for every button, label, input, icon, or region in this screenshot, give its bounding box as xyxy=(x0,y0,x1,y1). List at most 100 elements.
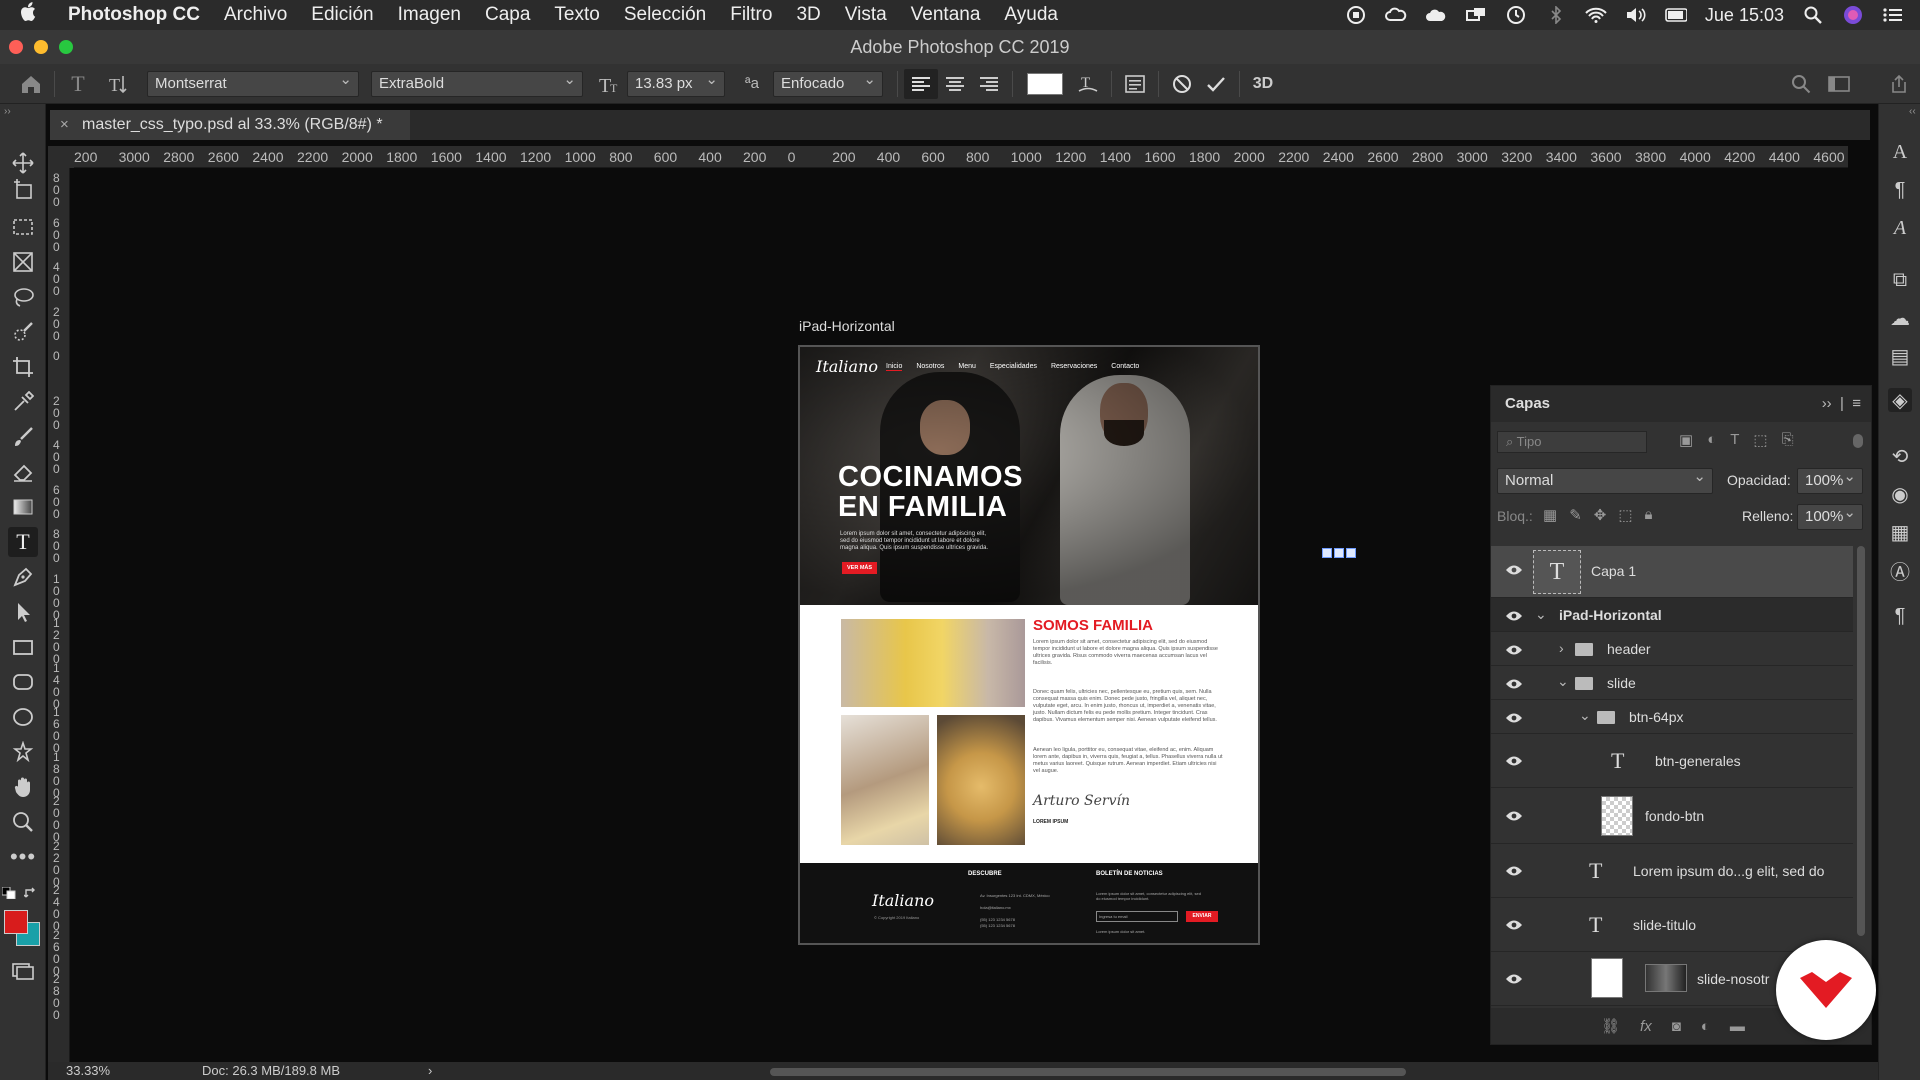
character-panel-icon[interactable] xyxy=(1118,69,1152,99)
add-mask-icon[interactable]: ◙ xyxy=(1672,1018,1681,1035)
text-orientation-icon[interactable]: T xyxy=(101,69,135,99)
menu-seleccion[interactable]: Selección xyxy=(624,4,706,26)
align-right-icon[interactable] xyxy=(972,69,1006,99)
bluetooth-icon[interactable] xyxy=(1545,6,1567,24)
swatches-panel-icon[interactable]: ▦ xyxy=(1888,520,1912,544)
creative-cloud-icon[interactable] xyxy=(1384,6,1407,24)
text-color-swatch[interactable] xyxy=(1027,72,1063,95)
eraser-tool-icon[interactable] xyxy=(8,457,38,487)
layers-panel-title[interactable]: Capas xyxy=(1505,395,1550,412)
filter-toggle[interactable] xyxy=(1853,434,1863,448)
antialias-select[interactable]: Enfocado xyxy=(773,68,883,97)
visibility-eye-icon[interactable] xyxy=(1505,754,1523,770)
chevron-down-icon[interactable]: ⌄ xyxy=(1579,707,1591,724)
chevron-down-icon[interactable]: ⌄ xyxy=(1535,606,1547,623)
time-machine-icon[interactable] xyxy=(1505,6,1527,24)
workspace-icon[interactable] xyxy=(1822,69,1856,99)
brush-tool-icon[interactable] xyxy=(8,422,38,452)
layers-scrollbar[interactable] xyxy=(1857,546,1865,936)
panel-menu-icon[interactable]: ›› | ≡ xyxy=(1822,386,1861,422)
visibility-eye-icon[interactable] xyxy=(1505,864,1523,880)
menu-imagen[interactable]: Imagen xyxy=(398,4,461,26)
menu-3d[interactable]: 3D xyxy=(796,4,820,26)
type-tool-icon[interactable]: T xyxy=(8,527,38,557)
shape-filter-icon[interactable]: ⬚ xyxy=(1753,431,1767,449)
paragraph-panel-icon[interactable]: ¶ xyxy=(1888,178,1912,202)
visibility-eye-icon[interactable] xyxy=(1505,563,1523,579)
zoom-level[interactable]: 33.33% xyxy=(66,1062,110,1080)
lock-artboard-icon[interactable]: ⬚ xyxy=(1618,506,1632,524)
cancel-edit-icon[interactable] xyxy=(1165,69,1199,99)
align-left-icon[interactable] xyxy=(904,68,938,99)
layer-row[interactable]: ⌄ iPad-Horizontal xyxy=(1491,598,1853,632)
link-layers-icon[interactable]: ⛓︎ xyxy=(1601,1017,1620,1035)
type-filter-icon[interactable]: T xyxy=(1730,431,1739,449)
smart-object-filter-icon[interactable]: ⎘ xyxy=(1782,431,1794,449)
3d-text-icon[interactable]: 3D xyxy=(1246,69,1280,99)
layer-row[interactable]: ⌄ btn-64px xyxy=(1491,700,1853,734)
glyphs-panel-icon[interactable]: A xyxy=(1888,216,1912,240)
layer-row[interactable]: T btn-generales xyxy=(1491,734,1853,788)
fill-input[interactable]: 100% xyxy=(1797,501,1863,530)
hand-tool-icon[interactable] xyxy=(8,772,38,802)
artboard-label[interactable]: iPad-Horizontal xyxy=(799,318,895,334)
collapse-panels-icon[interactable]: ‹‹ xyxy=(1909,106,1916,117)
custom-shape-tool-icon[interactable] xyxy=(8,737,38,767)
adjustment-layer-icon[interactable]: ◐ xyxy=(1701,1018,1710,1035)
gradient-tool-icon[interactable] xyxy=(8,492,38,522)
menu-ventana[interactable]: Ventana xyxy=(911,4,981,26)
horizontal-scrollbar[interactable] xyxy=(770,1068,1406,1076)
align-center-icon[interactable] xyxy=(938,69,972,99)
siri-icon[interactable] xyxy=(1842,6,1864,24)
lasso-tool-icon[interactable] xyxy=(8,282,38,312)
zoom-tool-icon[interactable] xyxy=(8,807,38,837)
menu-vista[interactable]: Vista xyxy=(845,4,887,26)
opacity-input[interactable]: 100% xyxy=(1797,465,1863,494)
apple-icon[interactable] xyxy=(20,2,54,28)
text-insertion-marker[interactable] xyxy=(1322,548,1356,558)
layer-filter-select[interactable]: ⌕ Tipo xyxy=(1497,431,1647,453)
vertical-ruler[interactable]: 800 600 400 200 0 200 400 600 800 1000 1200 1400 160… xyxy=(48,168,70,1068)
history-panel-icon[interactable]: ⟲ xyxy=(1888,444,1912,468)
chevron-right-icon[interactable]: › xyxy=(1559,640,1564,656)
visibility-eye-icon[interactable] xyxy=(1505,918,1523,934)
ruler-origin[interactable] xyxy=(48,146,74,168)
layer-row[interactable]: T Lorem ipsum do...g elit, sed do xyxy=(1491,844,1853,898)
screen-mode-icon[interactable] xyxy=(8,956,38,986)
quick-selection-tool-icon[interactable] xyxy=(8,317,38,347)
libraries-panel-icon[interactable]: ⧉ xyxy=(1888,268,1912,292)
foreground-color-swatch[interactable] xyxy=(4,910,28,934)
paragraph-styles-icon[interactable]: ¶ xyxy=(1888,604,1912,628)
adjustment-filter-icon[interactable]: ◐ xyxy=(1707,431,1716,449)
properties-panel-icon[interactable]: ▤ xyxy=(1888,344,1912,368)
character-styles-icon[interactable]: Ⓐ xyxy=(1888,558,1912,584)
sync-icon[interactable] xyxy=(1465,6,1487,24)
window-zoom-button[interactable] xyxy=(59,40,73,54)
visibility-eye-icon[interactable] xyxy=(1505,609,1523,625)
lock-all-icon[interactable]: 🔒︎ xyxy=(1645,506,1653,524)
more-tools-icon[interactable]: ••• xyxy=(8,842,38,872)
layer-row[interactable]: ⌄ slide xyxy=(1491,666,1853,700)
record-icon[interactable] xyxy=(1345,6,1367,24)
font-style-select[interactable]: ExtraBold xyxy=(371,68,583,97)
window-close-button[interactable] xyxy=(9,40,23,54)
chevron-down-icon[interactable]: ⌄ xyxy=(1557,673,1569,690)
artboard-tool-icon[interactable] xyxy=(8,174,38,204)
cc-libraries-icon[interactable]: ☁ xyxy=(1888,306,1912,330)
visibility-eye-icon[interactable] xyxy=(1505,643,1523,659)
menu-archivo[interactable]: Archivo xyxy=(224,4,287,26)
share-icon[interactable] xyxy=(1882,69,1916,99)
window-minimize-button[interactable] xyxy=(34,40,48,54)
text-tool-preset-icon[interactable]: T xyxy=(61,69,95,99)
visibility-eye-icon[interactable] xyxy=(1505,972,1523,988)
layer-style-icon[interactable]: fx xyxy=(1640,1018,1652,1035)
blend-mode-select[interactable]: Normal xyxy=(1497,465,1713,494)
layer-row[interactable]: T slide-titulo xyxy=(1491,898,1853,952)
clock[interactable]: Jue 15:03 xyxy=(1705,5,1784,26)
volume-icon[interactable] xyxy=(1625,6,1647,24)
spotlight-search-icon[interactable] xyxy=(1802,6,1824,24)
visibility-eye-icon[interactable] xyxy=(1505,809,1523,825)
lock-transparent-icon[interactable]: ▦ xyxy=(1543,506,1557,524)
commit-edit-icon[interactable] xyxy=(1199,69,1233,99)
pen-tool-icon[interactable] xyxy=(8,562,38,592)
